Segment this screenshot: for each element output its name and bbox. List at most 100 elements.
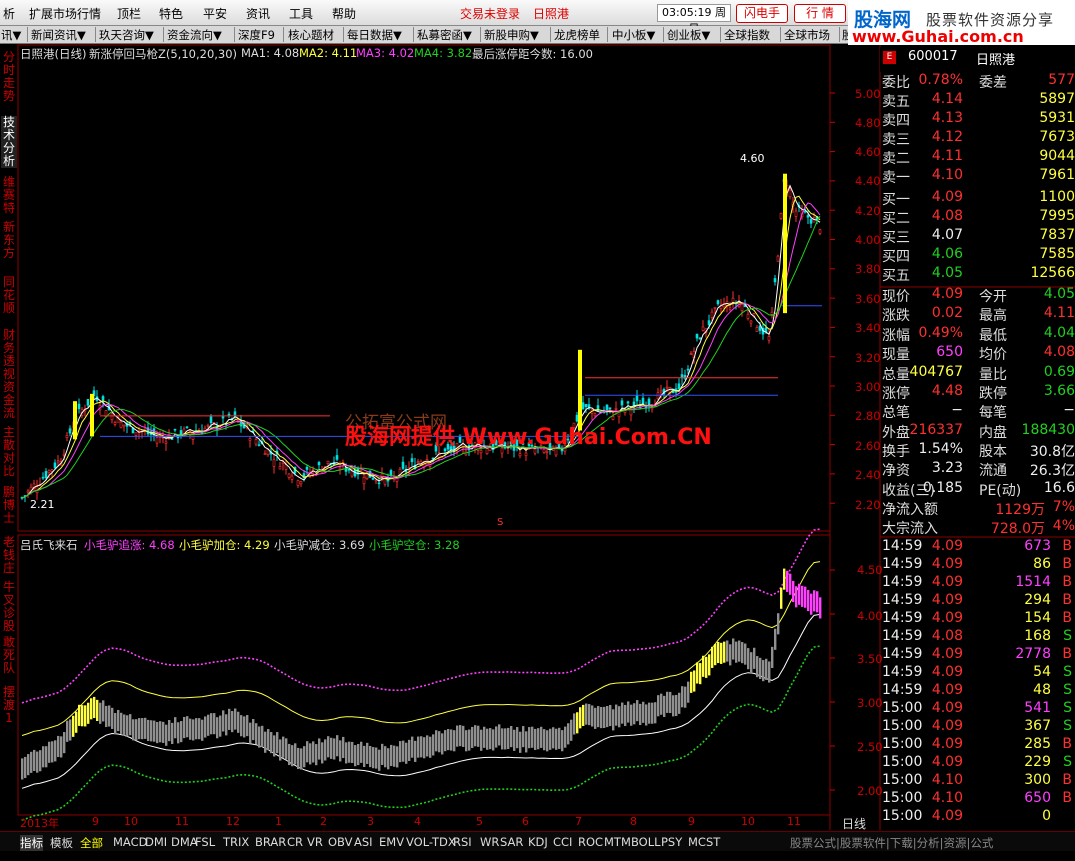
formula-bar (510, 725, 513, 748)
formula-bar (72, 715, 75, 737)
bottom-tab[interactable]: BRAR (255, 835, 286, 849)
formula-bar (267, 729, 270, 751)
bottom-tab[interactable]: RSI (453, 835, 472, 849)
candle-body (620, 400, 624, 406)
formula-bar (96, 699, 99, 722)
formula-bar (282, 736, 285, 758)
bottom-tab[interactable]: VOL-TDX (406, 835, 456, 849)
candle-body (788, 189, 792, 197)
formula-bar (147, 719, 150, 742)
candle-body (299, 481, 303, 485)
candle-body (695, 333, 699, 339)
candle-body (767, 336, 771, 341)
bottom-tab[interactable]: 指标 (20, 835, 43, 851)
candle-body (320, 471, 324, 473)
sell-row: 卖一 4.10 7961 (882, 167, 1075, 186)
formula-bar (192, 719, 195, 741)
formula-bar (162, 721, 165, 743)
value: 577 (1048, 72, 1075, 88)
buy-row: 买四 4.06 7585 (882, 246, 1075, 265)
formula-bar (123, 714, 126, 736)
bottom-tab[interactable]: 全部 (80, 835, 103, 851)
formula-bar (105, 705, 108, 728)
x-label: 11 (175, 815, 189, 828)
bottom-tab[interactable]: WR (480, 835, 499, 849)
formula-bar (747, 648, 750, 670)
candle-body (587, 404, 591, 408)
bottom-tab[interactable]: CR (287, 835, 303, 849)
tick-row: 14:59 4.09 294 B (882, 592, 1075, 611)
formula-bar (615, 704, 618, 726)
formula-bar (444, 730, 447, 752)
formula-bar (390, 744, 393, 767)
value: 404767 (909, 363, 963, 380)
bottom-tab[interactable]: FSL (195, 835, 215, 849)
candle-body (626, 401, 630, 404)
formula-bar (330, 737, 333, 759)
label: 量比 (979, 366, 1007, 383)
bottom-tab[interactable]: SAR (500, 835, 523, 849)
bottom-tab[interactable]: EMV (379, 835, 404, 849)
period-label[interactable]: 日线 (842, 815, 866, 832)
side: B (1062, 646, 1072, 662)
formula-bar (744, 643, 747, 665)
bottom-tab[interactable]: KDJ (528, 835, 548, 849)
y-label: 4.40 (855, 174, 881, 188)
y-label: 2.80 (855, 409, 881, 423)
formula-bar (159, 721, 162, 743)
bottom-tab[interactable]: VR (307, 835, 323, 849)
bottom-tab[interactable]: TRIX (223, 835, 249, 849)
price: 4.10 (931, 790, 963, 806)
price: 4.09 (931, 592, 963, 608)
bottom-tab[interactable]: 模板 (50, 835, 73, 851)
bottom-tab[interactable]: OBV (328, 835, 352, 849)
formula-bar (783, 568, 786, 590)
formula-bar (771, 646, 774, 668)
y-label: 3.20 (855, 351, 881, 365)
bottom-tab[interactable]: MACD (113, 835, 147, 849)
formula-bar (453, 730, 456, 752)
candle-body (773, 278, 777, 283)
formula-bar (735, 641, 738, 663)
time: 15:00 (882, 700, 923, 716)
x-label: 1 (275, 815, 282, 828)
info-row: 换手 1.54% 股本 30.8亿 (882, 441, 1075, 460)
bottom-tab[interactable]: MTM (604, 835, 631, 849)
formula-bar (552, 727, 555, 749)
formula-bar (258, 726, 261, 748)
formula-bar (630, 704, 633, 726)
chart-title: 日照港(日线) (20, 47, 87, 61)
label: 买二 (882, 211, 910, 227)
volume: 229 (1024, 754, 1051, 770)
ma4-value: MA4: 3.82 (414, 46, 473, 60)
buy-row: 买一 4.09 1100 (882, 189, 1075, 208)
bottom-tab[interactable]: ASI (354, 835, 373, 849)
candle-body (584, 404, 588, 407)
formula-bar (723, 641, 726, 663)
formula-bar (486, 728, 489, 750)
formula-bar (651, 702, 654, 724)
bottom-tab[interactable]: CCI (553, 835, 572, 849)
formula-bar (276, 732, 279, 754)
bottom-tab[interactable]: DMA (171, 835, 198, 849)
ma1-value: MA1: 4.08 (241, 46, 300, 60)
label: 现量 (882, 347, 910, 364)
bottom-tab[interactable]: BOLL (631, 835, 661, 849)
bottom-tab[interactable]: MCST (688, 835, 720, 849)
bottom-tab[interactable]: DMI (145, 835, 167, 849)
y-label: 3.00 (855, 380, 881, 394)
price: 4.09 (931, 736, 963, 752)
candle-body (707, 320, 711, 325)
bottom-tab[interactable]: ROC (578, 835, 603, 849)
formula-bar (87, 702, 90, 724)
formula-bar (150, 720, 153, 742)
tick-row: 14:59 4.09 48 S (882, 682, 1075, 701)
candle-body (770, 311, 774, 315)
formula-bar (153, 720, 156, 742)
candle-body (113, 422, 117, 425)
formula-bar (42, 746, 45, 768)
candle-body (134, 432, 138, 436)
bottom-tab[interactable]: PSY (661, 835, 682, 849)
x-label: 9 (92, 815, 99, 828)
candle-body (665, 386, 669, 389)
